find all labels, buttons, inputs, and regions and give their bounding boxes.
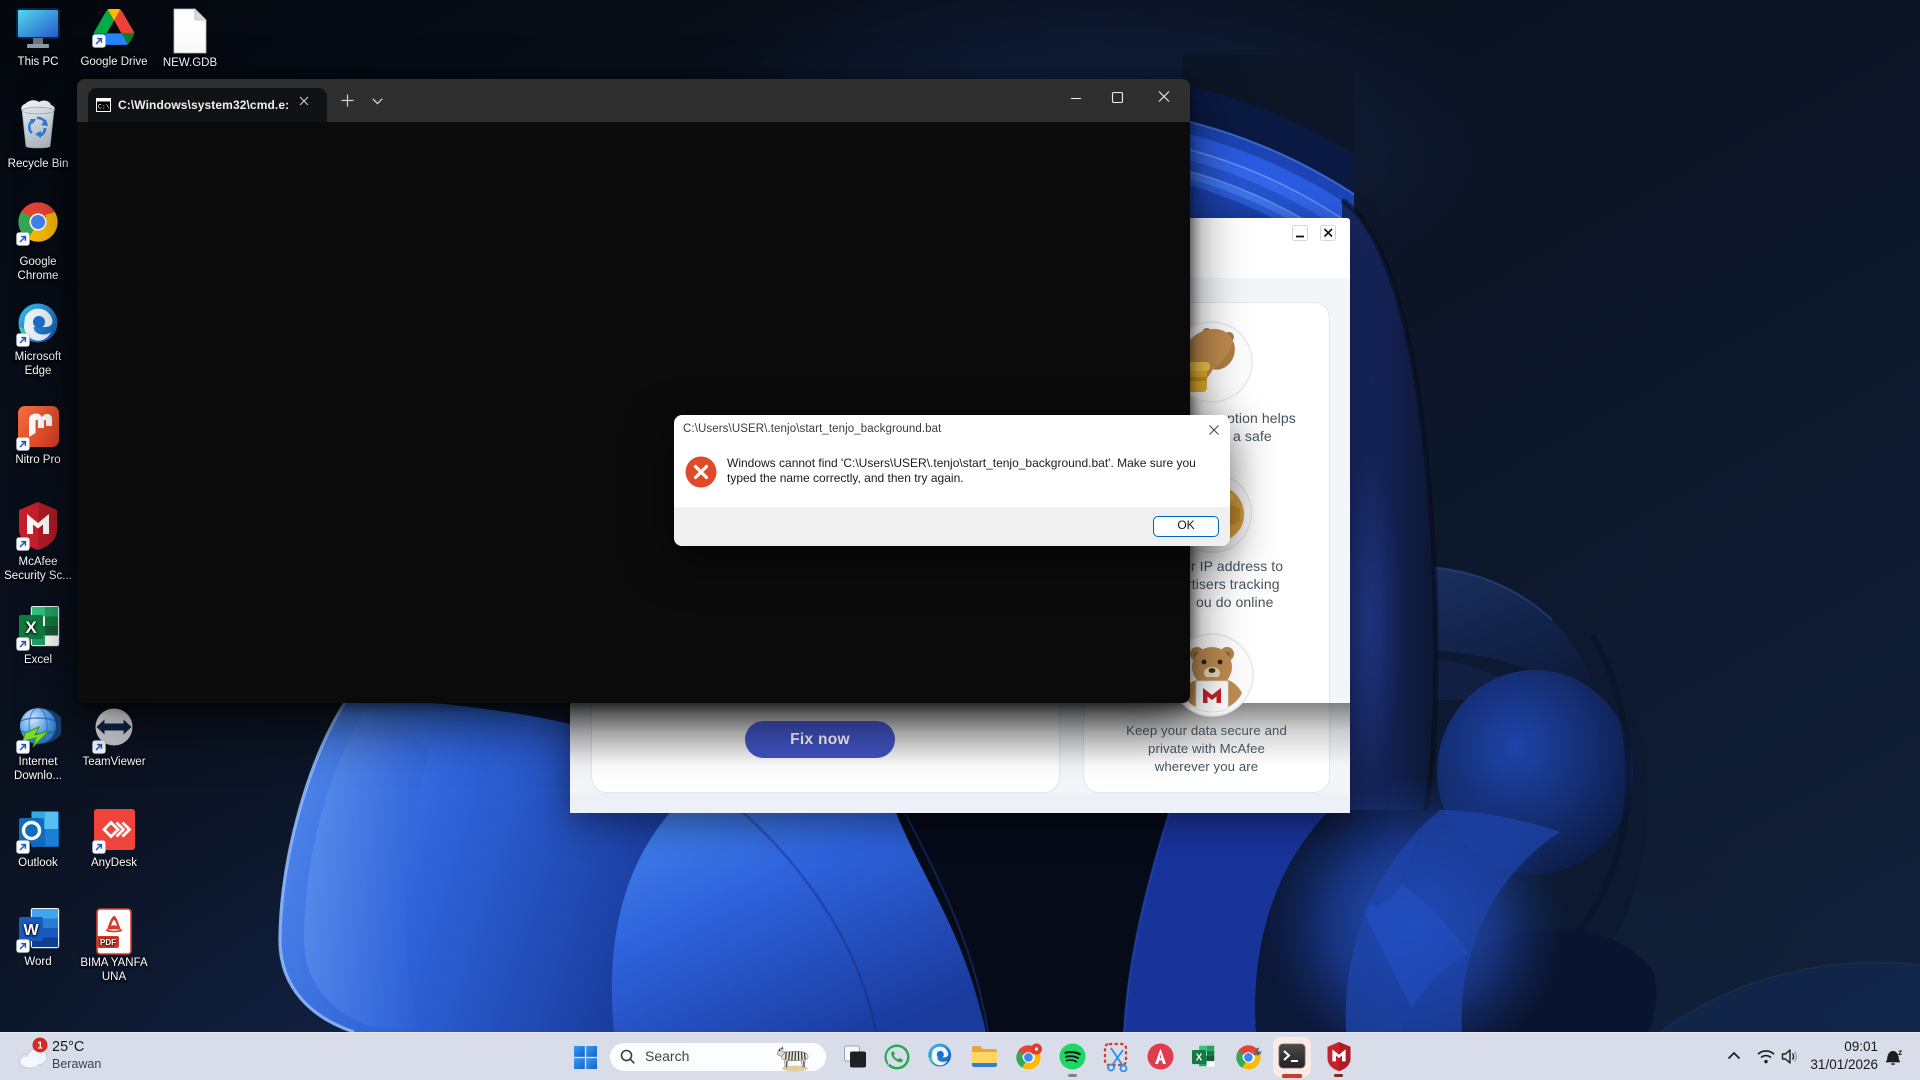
svg-text:PDF: PDF xyxy=(100,938,116,947)
svg-text:X: X xyxy=(25,618,37,637)
svg-text:1: 1 xyxy=(37,1041,43,1052)
svg-text:X: X xyxy=(1196,1053,1203,1064)
svg-text:C:\: C:\ xyxy=(98,104,110,111)
svg-text:z: z xyxy=(1898,1047,1902,1057)
svg-text:W: W xyxy=(23,922,39,939)
